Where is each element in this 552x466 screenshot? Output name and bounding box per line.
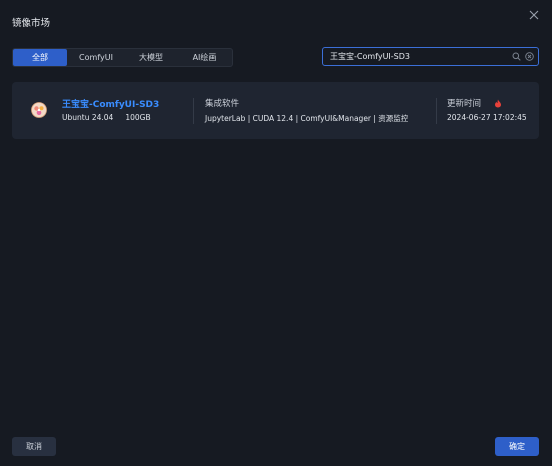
tab-all[interactable]: 全部 [13, 49, 67, 66]
category-tabs: 全部 ComfyUI 大模型 AI绘画 [12, 48, 233, 67]
image-name[interactable]: 王宝宝-ComfyUI-SD3 [62, 97, 159, 110]
divider [193, 98, 194, 124]
image-card[interactable]: 王宝宝-ComfyUI-SD3 Ubuntu 24.04 100GB 集成软件 J… [12, 82, 539, 139]
clear-circle-icon[interactable] [525, 52, 534, 61]
software-label: 集成软件 [205, 99, 240, 109]
updated-label: 更新时间 [447, 99, 482, 109]
tab-comfyui[interactable]: ComfyUI [67, 49, 125, 66]
fire-icon [494, 99, 502, 108]
search-icon[interactable] [512, 52, 521, 61]
tab-large-model[interactable]: 大模型 [125, 49, 177, 66]
image-meta: Ubuntu 24.04 100GB [62, 113, 151, 122]
close-icon[interactable] [528, 9, 540, 21]
dialog-title: 镜像市场 [12, 18, 51, 29]
confirm-button[interactable]: 确定 [495, 437, 539, 456]
cancel-button[interactable]: 取消 [12, 437, 56, 456]
image-avatar-icon [31, 102, 47, 118]
tab-ai-painting[interactable]: AI绘画 [177, 49, 232, 66]
search-input[interactable] [323, 49, 512, 64]
search-box [322, 47, 539, 66]
software-value: JupyterLab | CUDA 12.4 | ComfyUI&Manager… [205, 114, 409, 123]
updated-value: 2024-06-27 17:02:45 [447, 113, 527, 122]
image-size: 100GB [125, 113, 151, 122]
updated-label-row: 更新时间 [447, 97, 502, 109]
image-os: Ubuntu 24.04 [62, 113, 114, 122]
image-market-dialog: 镜像市场 全部 ComfyUI 大模型 AI绘画 王宝宝-ComfyUI-SD3… [0, 0, 552, 466]
divider [436, 98, 437, 124]
